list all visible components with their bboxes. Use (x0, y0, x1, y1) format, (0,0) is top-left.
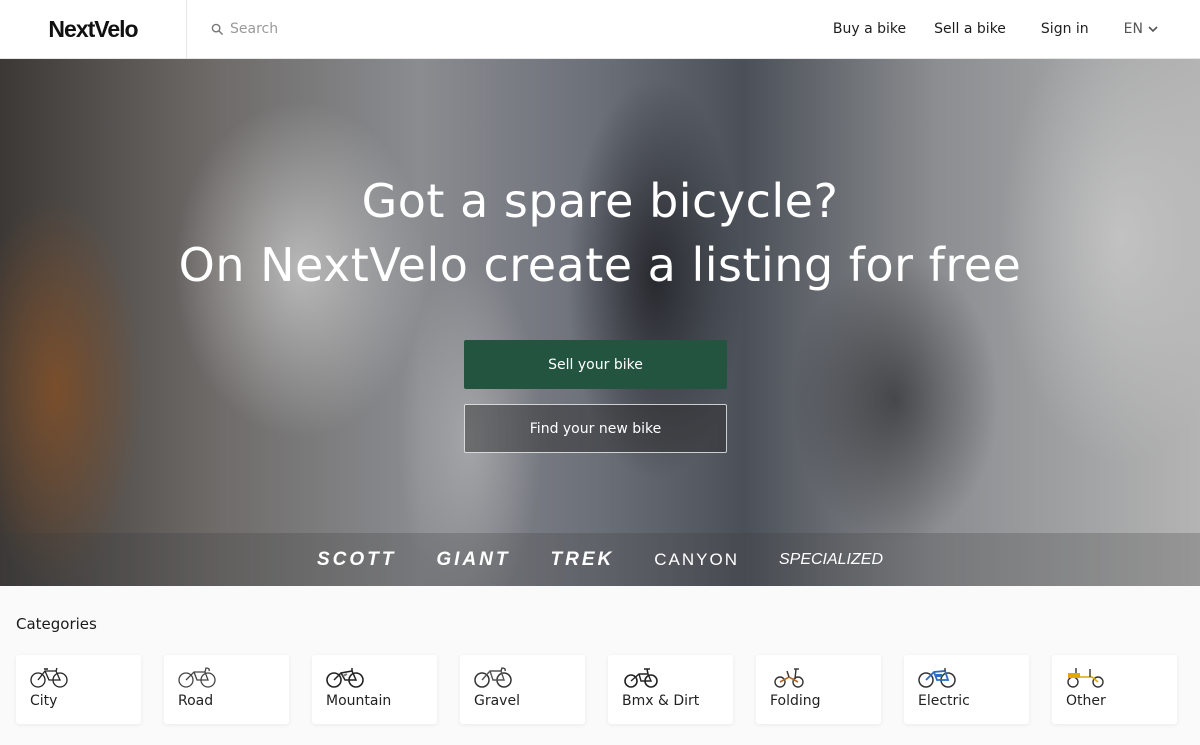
logo[interactable]: NextVelo (48, 16, 138, 43)
hero-title-line-2: On NextVelo create a listing for free (178, 238, 1022, 292)
sell-your-bike-button[interactable]: Sell your bike (464, 340, 727, 389)
hero-title: Got a spare bicycle? On NextVelo create … (0, 169, 1200, 297)
bmx-bike-icon (624, 668, 658, 688)
category-label: Bmx & Dirt (622, 693, 700, 709)
category-label: Road (178, 693, 214, 709)
road-bike-icon (178, 667, 216, 688)
brand-scott[interactable]: SCOTT (317, 549, 396, 571)
category-road[interactable]: Road (164, 655, 289, 724)
cargo-bike-icon (1067, 668, 1104, 688)
city-bike-icon (30, 667, 68, 688)
brand-canyon[interactable]: CANYON (654, 550, 739, 570)
gravel-bike-icon (474, 667, 512, 688)
category-folding[interactable]: Folding (756, 655, 881, 724)
category-bmx-dirt[interactable]: Bmx & Dirt (608, 655, 733, 724)
folding-bike-icon (774, 668, 804, 688)
sign-in-link[interactable]: Sign in (1041, 21, 1089, 37)
category-label: Other (1066, 693, 1106, 709)
category-label: Gravel (474, 693, 520, 709)
logo-container[interactable]: NextVelo (0, 0, 187, 59)
category-mountain[interactable]: Mountain (312, 655, 437, 724)
categories-heading: Categories (16, 615, 97, 633)
category-label: Electric (918, 693, 970, 709)
sell-bike-link[interactable]: Sell a bike (934, 21, 1006, 37)
category-label: City (30, 693, 58, 709)
brand-trek[interactable]: TREK (551, 549, 615, 571)
top-header: NextVelo Buy a bike Sell a bike Sign in … (0, 0, 1200, 59)
hero-title-line-1: Got a spare bicycle? (361, 174, 839, 228)
category-city[interactable]: City (16, 655, 141, 724)
buy-bike-link[interactable]: Buy a bike (833, 21, 906, 37)
language-selector[interactable]: EN (1124, 21, 1158, 37)
search-icon (211, 23, 224, 35)
language-label: EN (1123, 21, 1143, 37)
category-list: City Road Mountain Gravel Bmx & Dirt Fol… (16, 655, 1177, 724)
mountain-bike-icon (326, 668, 364, 688)
category-label: Mountain (326, 693, 392, 709)
brand-specialized[interactable]: SPECIALIZED (779, 551, 883, 569)
search-bar[interactable] (211, 0, 833, 59)
find-new-bike-button[interactable]: Find your new bike (464, 404, 727, 453)
hero-banner: Got a spare bicycle? On NextVelo create … (0, 59, 1200, 586)
chevron-down-icon (1148, 25, 1158, 32)
search-input[interactable] (230, 21, 530, 37)
brand-giant[interactable]: GIANT (436, 549, 510, 571)
category-electric[interactable]: Electric (904, 655, 1029, 724)
brand-strip: SCOTT GIANT TREK CANYON SPECIALIZED (0, 533, 1200, 586)
main-nav: Buy a bike Sell a bike Sign in EN (833, 0, 1158, 59)
category-gravel[interactable]: Gravel (460, 655, 585, 724)
category-label: Folding (770, 693, 821, 709)
electric-bike-icon (918, 668, 956, 688)
category-other[interactable]: Other (1052, 655, 1177, 724)
